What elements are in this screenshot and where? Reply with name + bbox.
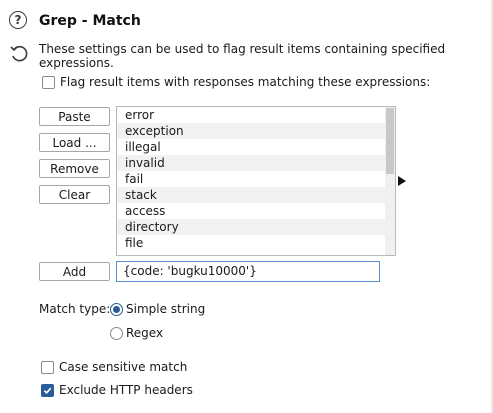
add-button[interactable]: Add <box>39 262 110 281</box>
regex-label: Regex <box>126 326 164 340</box>
match-type-label: Match type: <box>39 302 111 316</box>
add-expression-input[interactable]: {code: 'bugku10000'} <box>116 261 380 282</box>
exclude-headers-checkbox[interactable] <box>41 384 54 397</box>
list-item[interactable]: illegal <box>117 139 395 155</box>
scrollbar-thumb[interactable] <box>386 108 394 174</box>
remove-button[interactable]: Remove <box>39 159 110 178</box>
list-item[interactable]: invalid <box>117 155 395 171</box>
radio-dot <box>113 306 120 313</box>
exclude-headers-label: Exclude HTTP headers <box>59 383 193 397</box>
list-item[interactable]: directory <box>117 219 395 235</box>
flag-result-label: Flag result items with responses matchin… <box>60 75 431 89</box>
expression-list[interactable]: error exception illegal invalid fail sta… <box>116 106 396 256</box>
section-title: Grep - Match <box>39 13 141 29</box>
list-item[interactable]: file <box>117 235 395 251</box>
flag-result-checkbox[interactable] <box>42 76 55 89</box>
simple-string-radio[interactable] <box>110 303 123 316</box>
section-description: These settings can be used to flag resul… <box>39 42 446 70</box>
list-scrollbar[interactable] <box>385 107 395 255</box>
checkmark-icon <box>43 387 52 395</box>
regex-radio[interactable] <box>110 327 123 340</box>
reset-icon[interactable] <box>8 43 30 65</box>
list-item[interactable]: exception <box>117 123 395 139</box>
help-icon[interactable]: ? <box>9 11 27 29</box>
list-item[interactable]: error <box>117 107 395 123</box>
list-item[interactable]: stack <box>117 187 395 203</box>
paste-button[interactable]: Paste <box>39 107 110 126</box>
list-item[interactable]: fail <box>117 171 395 187</box>
simple-string-label: Simple string <box>126 302 206 316</box>
case-sensitive-label: Case sensitive match <box>59 360 188 374</box>
case-sensitive-checkbox[interactable] <box>41 361 54 374</box>
list-item[interactable]: access <box>117 203 395 219</box>
expand-arrow-icon[interactable] <box>398 176 406 186</box>
clear-button[interactable]: Clear <box>39 185 110 204</box>
load-button[interactable]: Load ... <box>39 133 110 152</box>
